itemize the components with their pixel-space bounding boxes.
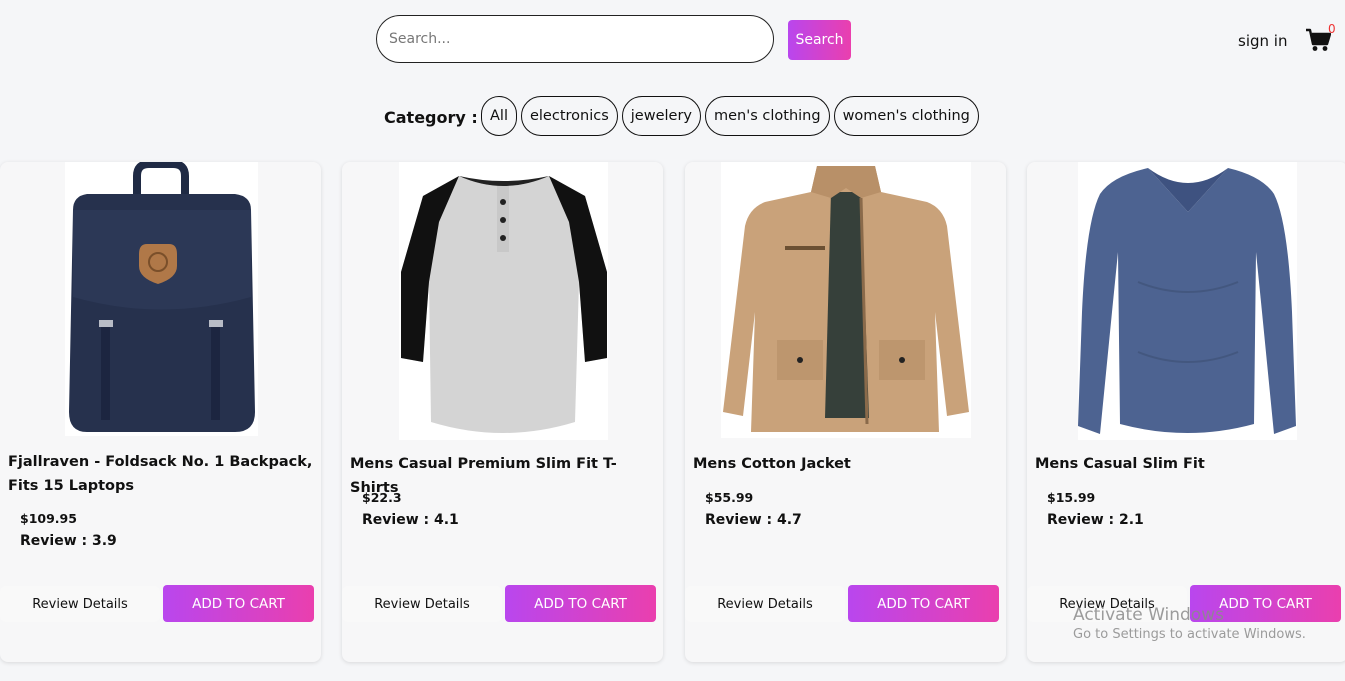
product-image[interactable] (65, 162, 258, 436)
review-details-button[interactable]: Review Details (342, 586, 502, 622)
product-price: $22.3 (362, 490, 402, 505)
watermark-title: Activate Windows (1073, 605, 1224, 625)
product-title[interactable]: Mens Casual Slim Fit (1035, 452, 1340, 476)
category-all[interactable]: All (481, 96, 517, 136)
search-button[interactable]: Search (788, 20, 851, 60)
product-price: $109.95 (20, 511, 77, 526)
category-filter: All electronics jewelery men's clothing … (481, 96, 979, 136)
product-review: Review : 2.1 (1047, 512, 1144, 528)
category-electronics[interactable]: electronics (520, 96, 618, 136)
category-jewelery[interactable]: jewelery (621, 96, 702, 136)
product-review: Review : 4.1 (362, 512, 459, 528)
tshirt-image (399, 162, 608, 440)
sign-in-link[interactable]: sign in (1238, 32, 1287, 50)
add-to-cart-button[interactable]: ADD TO CART (848, 585, 999, 622)
add-to-cart-button[interactable]: ADD TO CART (163, 585, 314, 622)
search-input[interactable] (376, 15, 774, 63)
product-review: Review : 3.9 (20, 533, 117, 549)
product-title[interactable]: Mens Cotton Jacket (693, 452, 998, 476)
product-card: Mens Cotton Jacket $55.99 Review : 4.7 R… (685, 162, 1006, 662)
product-price: $15.99 (1047, 490, 1096, 505)
product-title[interactable]: Fjallraven - Foldsack No. 1 Backpack, Fi… (8, 450, 313, 498)
jacket-image (721, 162, 971, 438)
product-image[interactable] (399, 162, 608, 440)
longsleeve-image (1078, 162, 1297, 440)
review-details-button[interactable]: Review Details (685, 586, 845, 622)
add-to-cart-button[interactable]: ADD TO CART (505, 585, 656, 622)
category-mens-clothing[interactable]: men's clothing (705, 96, 830, 136)
backpack-image (65, 162, 258, 436)
product-card: Fjallraven - Foldsack No. 1 Backpack, Fi… (0, 162, 321, 662)
category-womens-clothing[interactable]: women's clothing (833, 96, 979, 136)
activate-windows-watermark: Activate Windows Go to Settings to activ… (1073, 605, 1306, 642)
product-card: Mens Casual Premium Slim Fit T-Shirts $2… (342, 162, 663, 662)
watermark-subtitle: Go to Settings to activate Windows. (1073, 627, 1306, 642)
category-label: Category : (384, 108, 478, 127)
cart-count-badge: 0 (1328, 22, 1336, 36)
product-price: $55.99 (705, 490, 754, 505)
review-details-button[interactable]: Review Details (0, 586, 160, 622)
product-card: Mens Casual Slim Fit $15.99 Review : 2.1… (1027, 162, 1345, 662)
product-image[interactable] (721, 162, 971, 438)
product-review: Review : 4.7 (705, 512, 802, 528)
product-image[interactable] (1078, 162, 1297, 440)
